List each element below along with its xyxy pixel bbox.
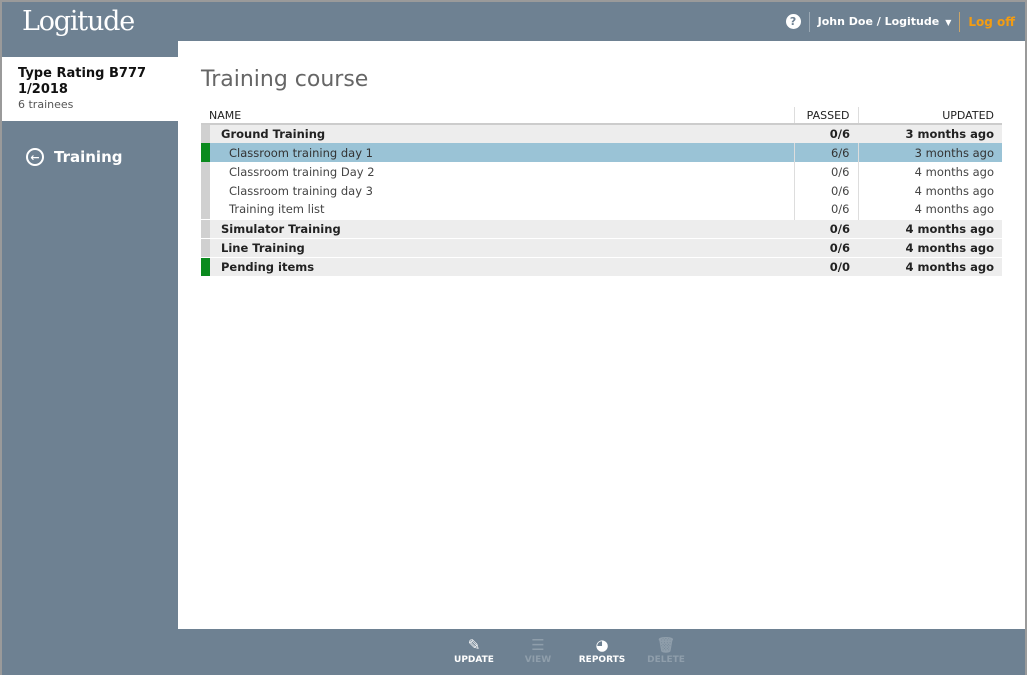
delete-button[interactable]: 🗑 DELETE (634, 635, 698, 665)
table-row[interactable]: Line Training 0/6 4 months ago (201, 237, 1002, 257)
course-trainees: 6 trainees (18, 98, 74, 111)
update-button[interactable]: ✎ UPDATE (442, 635, 506, 665)
table-row[interactable]: Training item list 0/6 4 months ago (201, 200, 1002, 219)
course-title-line2: 1/2018 (18, 82, 68, 97)
view-button[interactable]: ☰ VIEW (506, 635, 570, 665)
status-bar (201, 256, 210, 276)
user-menu[interactable]: John Doe / Logitude ▼ (818, 15, 952, 28)
table-row[interactable]: Pending items 0/0 4 months ago (201, 256, 1002, 276)
row-passed: 0/6 (794, 218, 858, 238)
row-name: Training item list (210, 200, 794, 219)
row-passed: 0/6 (794, 123, 858, 143)
row-updated: 4 months ago (858, 218, 1002, 238)
row-name: Pending items (210, 256, 794, 276)
row-passed: 0/6 (793, 162, 858, 181)
table-row[interactable]: Classroom training day 1 6/6 3 months ag… (201, 143, 1002, 162)
status-bar (201, 143, 210, 162)
row-passed: 0/0 (794, 256, 858, 276)
help-icon[interactable]: ? (785, 14, 801, 29)
pencil-icon: ✎ (467, 636, 481, 654)
status-bar (201, 162, 210, 181)
col-passed[interactable]: PASSED (793, 107, 858, 125)
status-bar (201, 218, 210, 238)
col-name[interactable]: NAME (201, 107, 794, 125)
row-passed: 0/6 (793, 200, 858, 219)
row-updated: 4 months ago (857, 162, 1002, 181)
app-window: Logitude ? John Doe / Logitude ▼ Log off … (2, 2, 1025, 675)
main-content: Training course NAME PASSED UPDATED Grou… (178, 41, 1025, 629)
reports-button[interactable]: ◕ REPORTS (570, 635, 634, 665)
table-row[interactable]: Classroom training day 3 0/6 4 months ag… (201, 181, 1002, 200)
col-updated[interactable]: UPDATED (857, 107, 1002, 125)
pie-chart-icon: ◕ (595, 636, 609, 654)
status-bar (201, 237, 210, 257)
user-area: ? John Doe / Logitude ▼ Log off (785, 2, 1015, 41)
logoff-link[interactable]: Log off (968, 15, 1015, 29)
course-card[interactable]: Type Rating B777 1/2018 6 trainees (2, 57, 178, 121)
row-name: Classroom training Day 2 (210, 162, 794, 181)
row-name: Classroom training day 3 (210, 181, 794, 200)
row-passed: 0/6 (793, 181, 858, 200)
row-updated: 4 months ago (858, 256, 1002, 276)
back-arrow-icon: ← (26, 148, 44, 166)
row-name: Ground Training (210, 123, 794, 143)
status-bar (201, 200, 210, 219)
bottom-toolbar: ✎ UPDATE ☰ VIEW ◕ REPORTS 🗑 DELETE (2, 629, 1025, 675)
divider (808, 11, 810, 32)
row-passed: 6/6 (793, 143, 858, 162)
row-name: Simulator Training (210, 218, 794, 238)
row-updated: 3 months ago (857, 143, 1002, 162)
table-row[interactable]: Ground Training 0/6 3 months ago (201, 123, 1002, 143)
trash-icon: 🗑 (656, 636, 676, 654)
status-bar (201, 181, 210, 200)
table-header: NAME PASSED UPDATED (201, 107, 1002, 125)
page-title: Training course (201, 67, 369, 92)
sidebar-item-training[interactable]: ← Training (26, 148, 122, 166)
row-updated: 4 months ago (857, 181, 1002, 200)
table-row[interactable]: Classroom training Day 2 0/6 4 months ag… (201, 162, 1002, 181)
table-row[interactable]: Simulator Training 0/6 4 months ago (201, 218, 1002, 238)
divider (959, 11, 961, 32)
logo[interactable]: Logitude (22, 6, 135, 37)
status-bar (201, 123, 210, 143)
row-passed: 0/6 (794, 237, 858, 257)
row-updated: 4 months ago (857, 200, 1002, 219)
sidebar-item-label: Training (54, 148, 123, 166)
top-bar: Logitude ? John Doe / Logitude ▼ Log off (2, 2, 1025, 41)
training-table: NAME PASSED UPDATED Ground Training 0/6 … (201, 107, 1002, 276)
row-updated: 3 months ago (858, 123, 1002, 143)
sidebar: Type Rating B777 1/2018 6 trainees ← Tra… (2, 41, 178, 629)
course-title-line1: Type Rating B777 (18, 66, 147, 81)
chevron-down-icon: ▼ (945, 18, 952, 27)
view-list-icon: ☰ (531, 636, 545, 654)
row-name: Classroom training day 1 (210, 143, 794, 162)
row-name: Line Training (210, 237, 794, 257)
row-updated: 4 months ago (858, 237, 1002, 257)
